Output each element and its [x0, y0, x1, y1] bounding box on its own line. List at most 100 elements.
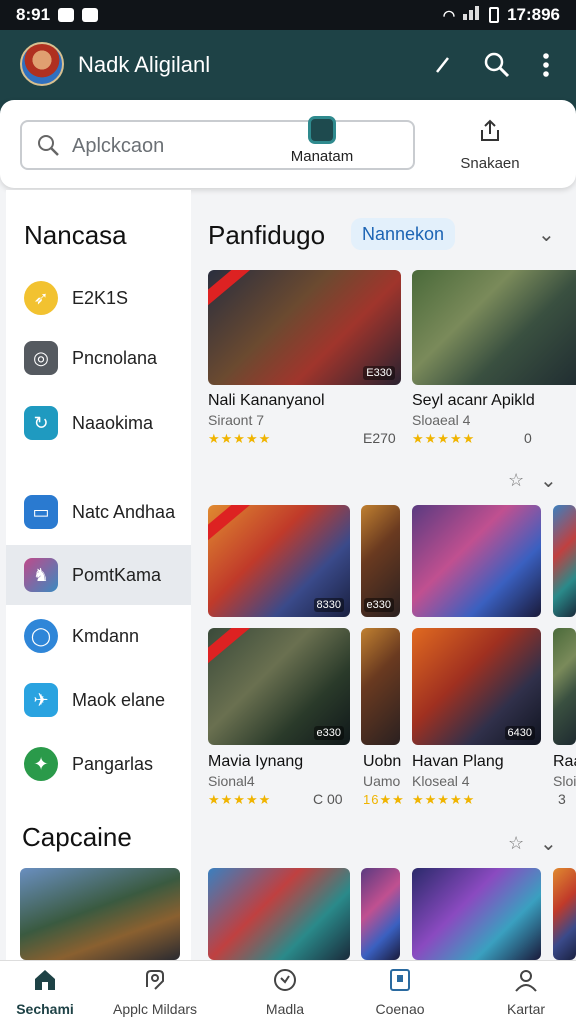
chevron-down-icon[interactable]: ⌄ — [540, 468, 557, 493]
nav-apps[interactable]: Applc Mildars — [100, 967, 210, 1017]
sync-icon: ↻ — [24, 406, 58, 440]
search-icon[interactable] — [482, 50, 512, 80]
nav-content[interactable]: Coenao — [345, 967, 455, 1017]
share-button[interactable]: Snakaen — [445, 118, 535, 172]
bird-icon: ✈ — [24, 683, 58, 717]
nav-label: Madla — [265, 1001, 305, 1017]
game-subtitle: Siraont 7 — [208, 412, 265, 428]
game-subtitle: Sloi — [553, 773, 576, 789]
share-icon — [481, 119, 499, 141]
game-value: C 00 — [313, 791, 343, 807]
game-tile[interactable] — [412, 270, 576, 385]
game-tile[interactable]: E330 — [208, 270, 401, 385]
game-title: Havan Plang — [412, 753, 504, 770]
game-tile[interactable] — [361, 868, 400, 960]
game-title: Nali Kananyanol — [208, 392, 325, 409]
search-card: Aplckcaon Manatam Snakaen — [0, 100, 576, 188]
content-icon — [345, 967, 455, 995]
chevron-down-icon[interactable]: ⌄ — [538, 222, 555, 247]
game-subtitle: Sional4 — [208, 773, 255, 789]
home-icon — [0, 967, 100, 995]
sidebar-item-2[interactable]: ◎ Pncnolana — [6, 328, 191, 388]
featured-thumbnail[interactable] — [20, 868, 180, 960]
sidebar-item-label: Maok elane — [72, 689, 166, 710]
section-title: Panfidugo — [208, 220, 326, 250]
tile-badge: e330 — [363, 598, 394, 612]
sidebar-item-6[interactable]: ◯ Kmdann — [6, 606, 191, 666]
game-title: Uobn — [363, 753, 402, 770]
nav-label: Applc Mildars — [112, 1001, 198, 1017]
game-tile[interactable] — [553, 868, 576, 960]
share-label: Snakaen — [460, 155, 520, 172]
game-title: Mavia Iynang — [208, 753, 304, 770]
ribbon-tag — [208, 628, 251, 666]
game-tile[interactable]: 6430 — [412, 628, 541, 745]
avatar[interactable] — [20, 42, 64, 86]
edit-icon[interactable] — [428, 50, 458, 80]
status-time: 8:91 — [16, 5, 51, 24]
filter-pill[interactable]: Nannekon — [351, 218, 456, 250]
star-outline-icon[interactable]: ☆ — [508, 833, 524, 854]
game-tile[interactable] — [553, 505, 576, 617]
game-tile[interactable] — [208, 868, 350, 960]
game-tile[interactable] — [553, 628, 576, 745]
center-tab[interactable]: Manatam — [267, 116, 377, 165]
download-icon — [82, 8, 99, 22]
sidebar-item-label: PomtKama — [72, 564, 162, 585]
game-character-icon: ♞ — [24, 558, 58, 592]
bottom-navigation: Sechami Applc Mildars Madla Coenao Karta… — [0, 960, 576, 1024]
game-tile[interactable]: e330 — [361, 505, 400, 617]
more-vert-icon[interactable] — [531, 50, 561, 80]
app-chip-icon — [308, 116, 336, 144]
media-icon — [230, 967, 340, 995]
sidebar-item-5[interactable]: ♞ PomtKama — [6, 545, 191, 605]
sidebar-heading-2: Capcaine — [22, 822, 132, 852]
game-title: Seyl acanr Apikld — [412, 392, 535, 409]
sidebar: Nancasa ➶ E2K1S ◎ Pncnolana ↻ Naaokima ▭… — [6, 190, 191, 960]
sidebar-item-7[interactable]: ✈ Maok elane — [6, 670, 191, 730]
nav-media[interactable]: Madla — [230, 967, 340, 1017]
rating-stars: ★★★★★ — [412, 431, 476, 446]
sidebar-item-3[interactable]: ↻ Naaokima — [6, 393, 191, 453]
sidebar-item-label: Natc Andhaa — [72, 501, 176, 522]
nav-label: Coenao — [375, 1001, 425, 1017]
game-tile[interactable] — [361, 628, 400, 745]
game-tile[interactable]: e330 — [208, 628, 350, 745]
sidebar-item-label: Naaokima — [72, 412, 154, 433]
wifi-icon: ◠ — [442, 6, 456, 23]
main-content: Panfidugo Nannekon ⌄ E330 Nali Kananyano… — [191, 190, 576, 960]
nav-label: Kartar — [506, 1001, 546, 1017]
nav-profile[interactable]: Kartar — [471, 967, 576, 1017]
leaf-icon: ✦ — [24, 747, 58, 781]
tile-badge: 6430 — [504, 726, 535, 740]
search-input[interactable]: Aplckcaon Manatam — [20, 116, 415, 170]
rocket-icon: ➶ — [24, 281, 58, 315]
sidebar-item-4[interactable]: ▭ Natc Andhaa — [6, 482, 191, 542]
sidebar-item-label: Pncnolana — [72, 347, 158, 368]
battery-icon — [489, 7, 500, 23]
star-outline-icon[interactable]: ☆ — [508, 470, 524, 491]
ribbon-tag — [208, 505, 251, 543]
signal-icon — [463, 5, 481, 25]
rating-stars: 16★★ — [363, 792, 405, 807]
sidebar-item-8[interactable]: ✦ Pangarlas — [6, 734, 191, 794]
sidebar-item-1[interactable]: ➶ E2K1S — [6, 268, 191, 328]
circle-icon: ◯ — [24, 619, 58, 653]
status-right-time: 17:896 — [507, 5, 560, 24]
app-title: Nadk Aligilanl — [78, 52, 211, 77]
game-title: Raa — [553, 753, 576, 770]
chevron-down-icon[interactable]: ⌄ — [540, 831, 557, 856]
game-tile[interactable]: 8330 — [208, 505, 350, 617]
game-subtitle: Kloseal 4 — [412, 773, 470, 789]
sidebar-item-label: E2K1S — [72, 287, 129, 308]
game-tile[interactable] — [412, 868, 541, 960]
sidebar-item-label: Kmdann — [72, 625, 140, 646]
search-placeholder: Aplckcaon — [72, 135, 165, 157]
game-subtitle: Uamo — [363, 773, 401, 789]
rating-stars: ★★★★★ — [208, 792, 272, 807]
nav-home[interactable]: Sechami — [0, 967, 100, 1017]
rating-stars: ★★★★★ — [412, 792, 476, 807]
game-tile[interactable] — [412, 505, 541, 617]
tile-badge: 8330 — [313, 598, 344, 612]
ribbon-tag — [208, 270, 251, 308]
